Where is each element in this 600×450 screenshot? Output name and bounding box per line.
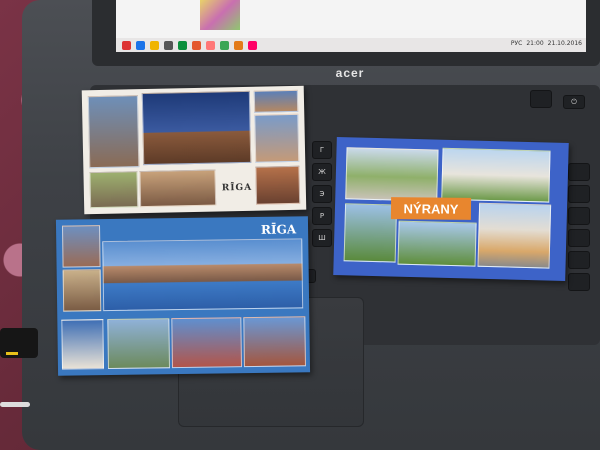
start-icon[interactable]	[122, 40, 131, 50]
photo-houses	[254, 113, 300, 163]
photo-old-gate	[62, 269, 102, 312]
photo-monument	[107, 318, 171, 370]
app-icon[interactable]	[178, 40, 187, 50]
ie-icon[interactable]	[136, 40, 145, 50]
key[interactable]	[568, 207, 590, 225]
postcard-riga-collage: RĪGA	[81, 85, 307, 215]
screen-thumbnail-image	[200, 0, 240, 30]
key[interactable]	[568, 251, 590, 269]
usb-modem-stripe	[6, 352, 18, 355]
key[interactable]: Ш	[312, 229, 332, 247]
photo-street	[89, 171, 139, 209]
riga-bottom-title: RĪGA	[260, 222, 297, 237]
key[interactable]: Ж	[312, 163, 332, 181]
photo-trees	[343, 203, 398, 263]
photo-blackheads-house	[171, 317, 242, 369]
media-icon[interactable]	[206, 40, 215, 50]
photo-building	[253, 89, 299, 113]
firefox-icon[interactable]	[234, 40, 243, 50]
key[interactable]: Р	[312, 207, 332, 225]
postcard-nyrany: NÝRANY	[333, 136, 569, 282]
photo-white-church	[61, 319, 105, 370]
photo-white-building	[441, 147, 551, 203]
photo-school	[477, 202, 552, 269]
acer-logo: acer	[335, 66, 365, 80]
windows-taskbar: РУС 21:00 21.10.2016	[116, 38, 586, 52]
photo-cathedral	[141, 90, 252, 166]
folder-icon[interactable]	[150, 40, 159, 50]
tray-date: 21.10.2016	[547, 40, 582, 47]
photo-tower	[62, 225, 101, 268]
photo-city-panorama	[102, 238, 304, 312]
power-key[interactable]	[530, 90, 552, 108]
store-icon[interactable]	[164, 40, 173, 50]
tray-language[interactable]: РУС	[511, 40, 522, 47]
key[interactable]	[568, 273, 590, 291]
riga-top-title: RĪGA	[221, 182, 253, 194]
photo-square	[139, 169, 217, 208]
photo-park	[345, 147, 439, 202]
chrome-icon[interactable]	[220, 40, 229, 50]
key[interactable]	[568, 185, 590, 203]
photo-church	[87, 95, 140, 169]
photo-gate	[255, 165, 301, 205]
key[interactable]: Г	[312, 141, 332, 159]
power-button[interactable]: ⏻	[563, 95, 585, 109]
app2-icon[interactable]	[248, 40, 257, 50]
key[interactable]	[568, 229, 590, 247]
photo-red-church	[243, 316, 306, 368]
tray-time[interactable]: 21:00	[526, 40, 543, 47]
postcard-riga-panorama: RĪGA	[55, 216, 311, 376]
system-tray: РУС 21:00 21.10.2016	[511, 40, 582, 47]
photo-houses-green	[397, 220, 477, 267]
browser-icon[interactable]	[192, 40, 201, 50]
nyrany-title: NÝRANY	[390, 197, 472, 220]
cable	[0, 402, 30, 407]
laptop-screen	[116, 0, 586, 40]
key[interactable]	[568, 163, 590, 181]
key[interactable]: Э	[312, 185, 332, 203]
